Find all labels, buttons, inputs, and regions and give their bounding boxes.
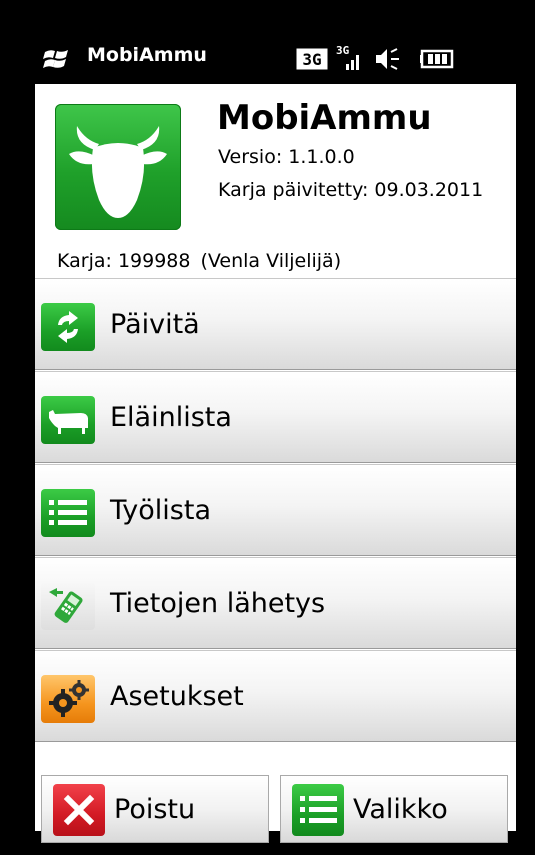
herd-info: Karja: 199988 (Venla Viljelijä) (57, 250, 341, 272)
herd-number: Karja: 199988 (57, 250, 191, 272)
menu-item-animal-list[interactable]: Eläinlista (35, 371, 516, 463)
close-icon (53, 784, 105, 836)
phone-send-icon (41, 582, 95, 630)
menu-item-work-list[interactable]: Työlista (35, 464, 516, 556)
svg-text:3G: 3G (302, 50, 321, 69)
menu-label-send-data: Tietojen lähetys (110, 588, 326, 619)
list-icon (41, 489, 95, 537)
softkey-bar: Poistu Valikko (35, 771, 516, 843)
refresh-icon (41, 303, 95, 351)
menu-label-animal-list: Eläinlista (110, 402, 232, 433)
herd-updated-text: Karja päivitetty: 09.03.2011 (218, 179, 484, 201)
menu-item-send-data[interactable]: Tietojen lähetys (35, 557, 516, 649)
volume-icon[interactable] (372, 46, 402, 72)
status-title: MobiAmmu (87, 44, 207, 66)
phone-screen: MobiAmmu 3G 3G MobiAmmu Versio: 1.1.0.0 … (35, 30, 516, 843)
version-text: Versio: 1.1.0.0 (218, 146, 355, 168)
menu-label-update: Päivitä (110, 309, 200, 340)
3g-icon: 3G (296, 48, 328, 70)
menu-item-update[interactable]: Päivitä (35, 278, 516, 370)
herd-owner: (Venla Viljelijä) (200, 250, 342, 272)
app-header: MobiAmmu Versio: 1.1.0.0 Karja päivitett… (35, 84, 516, 278)
status-bar: MobiAmmu 3G 3G (35, 30, 516, 84)
app-content: MobiAmmu Versio: 1.1.0.0 Karja päivitett… (35, 84, 516, 843)
list-icon (292, 784, 344, 836)
menu-button[interactable]: Valikko (280, 775, 508, 843)
battery-icon (420, 49, 454, 69)
menu-label-settings: Asetukset (110, 681, 244, 712)
exit-button[interactable]: Poistu (41, 775, 269, 843)
cow-head-icon (55, 104, 181, 230)
exit-label: Poistu (114, 794, 196, 825)
menu-label-work-list: Työlista (110, 495, 211, 526)
svg-text:3G: 3G (336, 44, 350, 57)
gears-icon (41, 675, 95, 723)
cow-icon (41, 396, 95, 444)
app-title: MobiAmmu (217, 98, 432, 138)
signal-3g-icon: 3G (336, 44, 359, 70)
menu-item-settings[interactable]: Asetukset (35, 650, 516, 742)
menu-label: Valikko (353, 794, 448, 825)
windows-logo-icon[interactable] (43, 47, 71, 71)
